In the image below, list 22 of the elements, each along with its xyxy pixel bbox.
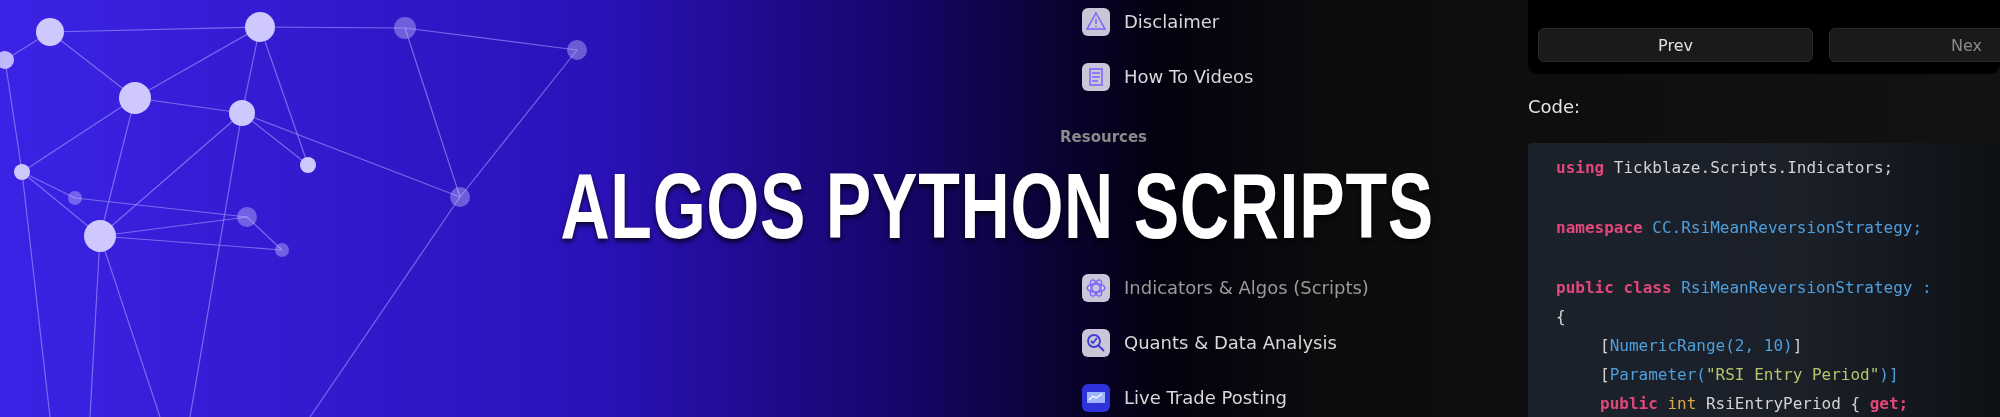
code-line: [Parameter("RSI Entry Period")] [1599,364,1900,386]
code-line: using Tickblaze.Scripts.Indicators; [1556,157,1895,179]
code-line: namespace CC.RsiMeanReversionStrategy; [1556,217,1924,239]
sidebar-item[interactable]: Quants & Data Analysis [1124,332,1337,353]
pager-button[interactable]: Prev [1538,28,1813,62]
code-line: public int RsiEntryPeriod { get; [1599,393,1910,415]
sidebar-item[interactable]: Live Trade Posting [1124,387,1287,408]
monitor-icon [1082,383,1110,412]
banner-title: ALGOS PYTHON SCRIPTS [560,158,1435,254]
atom-icon [1082,273,1110,302]
sidebar-item[interactable]: Indicators & Algos (Scripts) [1124,277,1369,298]
section-heading: Resources [1060,128,1148,146]
warning-icon [1082,7,1110,36]
code-line: { [1556,306,1567,328]
code-line: public class RsiMeanReversionStrategy : [1556,277,1933,299]
document-icon [1082,62,1110,91]
code-label: Code: [1528,96,1581,117]
pager-button[interactable]: Nex [1829,28,2000,62]
code-line: [NumericRange(2, 10)] [1599,335,1804,357]
sidebar-item[interactable]: Disclaimer [1124,11,1220,32]
magnifier-icon [1082,328,1110,357]
sidebar-item[interactable]: How To Videos [1124,66,1254,87]
